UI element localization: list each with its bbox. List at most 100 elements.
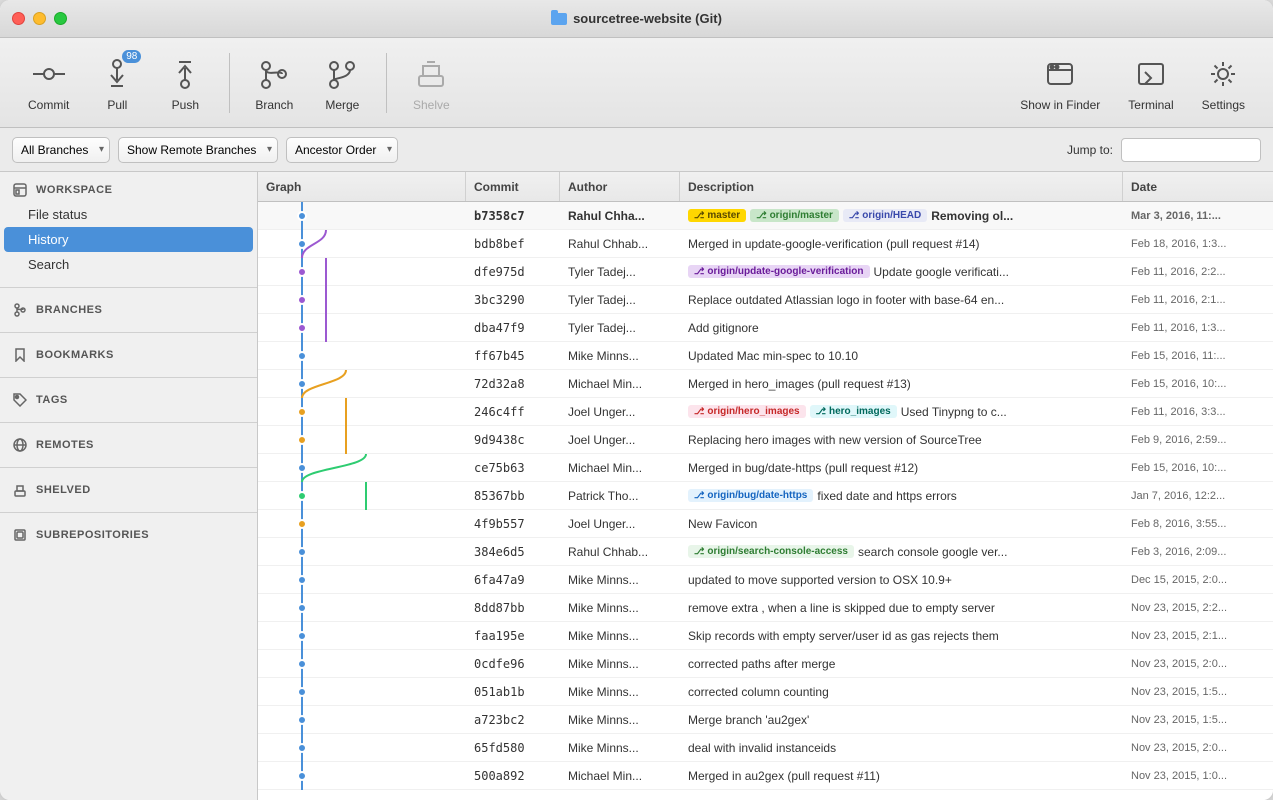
- table-row[interactable]: 72d32a8Michael Min...Merged in hero_imag…: [258, 370, 1273, 398]
- subrepositories-section: SUBREPOSITORIES: [0, 517, 257, 553]
- merge-button[interactable]: Merge: [310, 46, 374, 120]
- table-row[interactable]: ce75b63Michael Min...Merged in bug/date-…: [258, 454, 1273, 482]
- shelve-icon: [411, 54, 451, 94]
- branch-badge-label: master: [707, 210, 740, 221]
- branch-badge-label: origin/HEAD: [862, 210, 921, 221]
- graph-cell: [258, 622, 466, 650]
- shelve-button[interactable]: Shelve: [399, 46, 463, 120]
- toolbar-right: Show in Finder Terminal: [1008, 46, 1257, 120]
- table-header: Graph Commit Author Description Date: [258, 172, 1273, 202]
- graph-cell: [258, 538, 466, 566]
- commit-hash: 246c4ff: [466, 405, 560, 419]
- table-row[interactable]: 4f9b557Joel Unger...New FaviconFeb 8, 20…: [258, 510, 1273, 538]
- graph-cell: [258, 482, 466, 510]
- titlebar: sourcetree-website (Git): [0, 0, 1273, 38]
- subrepositories-header[interactable]: SUBREPOSITORIES: [0, 523, 257, 547]
- shelved-icon: [12, 482, 28, 498]
- table-row[interactable]: 8dd87bbMike Minns...remove extra , when …: [258, 594, 1273, 622]
- branches-select-wrapper[interactable]: All Branches: [12, 137, 110, 163]
- sidebar-divider-3: [0, 377, 257, 378]
- commit-button[interactable]: Commit: [16, 46, 81, 120]
- author-name: Michael Min...: [560, 461, 680, 475]
- commit-date: Nov 23, 2015, 2:0...: [1123, 658, 1273, 670]
- graph-cell: [258, 342, 466, 370]
- author-name: Mike Minns...: [560, 629, 680, 643]
- sidebar-item-search[interactable]: Search: [0, 252, 257, 277]
- show-in-finder-button[interactable]: Show in Finder: [1008, 46, 1112, 120]
- order-select[interactable]: Ancestor Order: [286, 137, 398, 163]
- branches-icon: [12, 302, 28, 318]
- branch-badge: ⎇origin/bug/date-https: [688, 489, 813, 502]
- sidebar-item-history[interactable]: History: [4, 227, 253, 252]
- table-row[interactable]: 85367bbPatrick Tho...⎇origin/bug/date-ht…: [258, 482, 1273, 510]
- tags-icon: [12, 392, 28, 408]
- author-name: Mike Minns...: [560, 713, 680, 727]
- commit-hash: 65fd580: [466, 741, 560, 755]
- author-name: Joel Unger...: [560, 433, 680, 447]
- commit-hash: 051ab1b: [466, 685, 560, 699]
- commit-description: Merged in bug/date-https (pull request #…: [680, 461, 1123, 475]
- commit-hash: faa195e: [466, 629, 560, 643]
- branch-badge: ⎇origin/master: [750, 209, 839, 222]
- table-row[interactable]: 051ab1bMike Minns... corrected column co…: [258, 678, 1273, 706]
- description-text: corrected paths after merge: [688, 657, 835, 671]
- push-button[interactable]: Push: [153, 46, 217, 120]
- table-row[interactable]: a723bc2Mike Minns...Merge branch 'au2gex…: [258, 706, 1273, 734]
- table-row[interactable]: ff67b45Mike Minns...Updated Mac min-spec…: [258, 342, 1273, 370]
- table-row[interactable]: 6fa47a9Mike Minns...updated to move supp…: [258, 566, 1273, 594]
- table-row[interactable]: bdb8befRahul Chhab...Merged in update-go…: [258, 230, 1273, 258]
- sidebar-item-file-status[interactable]: File status: [0, 202, 257, 227]
- commit-hash: bdb8bef: [466, 237, 560, 251]
- branches-select[interactable]: All Branches: [12, 137, 110, 163]
- minimize-button[interactable]: [33, 12, 46, 25]
- sidebar-divider-2: [0, 332, 257, 333]
- branch-badge-label: hero_images: [829, 406, 891, 417]
- bookmarks-header[interactable]: BOOKMARKS: [0, 343, 257, 367]
- remotes-header[interactable]: REMOTES: [0, 433, 257, 457]
- author-name: Michael Min...: [560, 769, 680, 783]
- commit-description: Merged in update-google-verification (pu…: [680, 237, 1123, 251]
- pull-button[interactable]: 98 Pull: [85, 46, 149, 120]
- branch-icon: ⎇: [816, 406, 826, 417]
- close-button[interactable]: [12, 12, 25, 25]
- push-icon: [165, 54, 205, 94]
- maximize-button[interactable]: [54, 12, 67, 25]
- branch-icon: ⎇: [694, 210, 704, 221]
- table-row[interactable]: 9d9438cJoel Unger...Replacing hero image…: [258, 426, 1273, 454]
- shelved-header[interactable]: SHELVED: [0, 478, 257, 502]
- table-row[interactable]: 65fd580Mike Minns...deal with invalid in…: [258, 734, 1273, 762]
- tags-header[interactable]: TAGS: [0, 388, 257, 412]
- settings-button[interactable]: Settings: [1190, 46, 1257, 120]
- graph-cell: [258, 314, 466, 342]
- commit-date: Feb 15, 2016, 11:...: [1123, 350, 1273, 362]
- table-row[interactable]: 0cdfe96Mike Minns...corrected paths afte…: [258, 650, 1273, 678]
- order-select-wrapper[interactable]: Ancestor Order: [286, 137, 398, 163]
- branch-button[interactable]: Branch: [242, 46, 306, 120]
- table-row[interactable]: 3bc3290Tyler Tadej...Replace outdated At…: [258, 286, 1273, 314]
- table-row[interactable]: 500a892Michael Min...Merged in au2gex (p…: [258, 762, 1273, 790]
- shelved-section: SHELVED: [0, 472, 257, 508]
- branch-badge-label: origin/update-google-verification: [707, 266, 863, 277]
- remotes-icon: [12, 437, 28, 453]
- workspace-header[interactable]: WORKSPACE: [0, 178, 257, 202]
- commit-hash: a723bc2: [466, 713, 560, 727]
- table-row[interactable]: faa195eMike Minns...Skip records with em…: [258, 622, 1273, 650]
- sidebar: WORKSPACE File status History Search: [0, 172, 258, 800]
- table-row[interactable]: dfe975dTyler Tadej...⎇origin/update-goog…: [258, 258, 1273, 286]
- author-name: Rahul Chha...: [560, 209, 680, 223]
- graph-cell: [258, 230, 466, 258]
- terminal-button[interactable]: Terminal: [1116, 46, 1185, 120]
- table-row[interactable]: 384e6d5Rahul Chhab...⎇origin/search-cons…: [258, 538, 1273, 566]
- th-graph: Graph: [258, 172, 466, 201]
- jump-to-input[interactable]: [1121, 138, 1261, 162]
- branches-header[interactable]: BRANCHES: [0, 298, 257, 322]
- window-title: sourcetree-website (Git): [551, 11, 722, 26]
- description-text: Updated Mac min-spec to 10.10: [688, 349, 858, 363]
- author-name: Rahul Chhab...: [560, 545, 680, 559]
- commit-date: Feb 3, 2016, 2:09...: [1123, 546, 1273, 558]
- table-row[interactable]: dba47f9Tyler Tadej...Add gitignoreFeb 11…: [258, 314, 1273, 342]
- remote-branches-select[interactable]: Show Remote Branches: [118, 137, 278, 163]
- table-row[interactable]: b7358c7Rahul Chha...⎇master⎇origin/maste…: [258, 202, 1273, 230]
- table-row[interactable]: 246c4ffJoel Unger...⎇origin/hero_images⎇…: [258, 398, 1273, 426]
- remote-branches-select-wrapper[interactable]: Show Remote Branches: [118, 137, 278, 163]
